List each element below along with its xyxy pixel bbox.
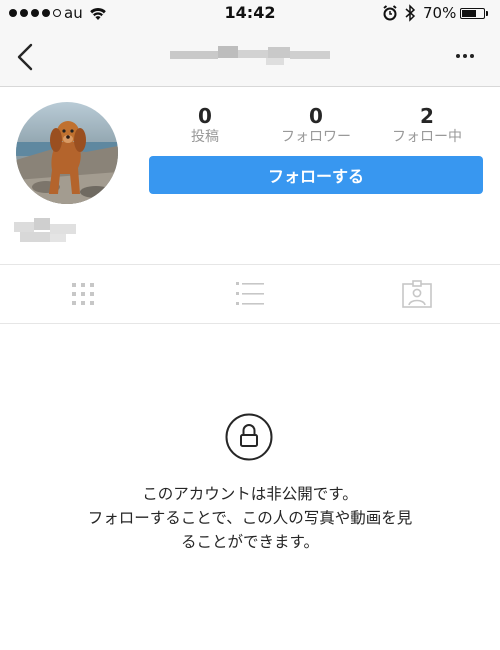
profile-avatar[interactable] <box>16 102 118 204</box>
battery-cap <box>486 11 488 16</box>
posts-count-value: 0 <box>198 104 212 128</box>
followers-count-value: 0 <box>309 104 323 128</box>
bluetooth-icon <box>404 4 416 26</box>
profile-view-tabs <box>0 264 500 324</box>
status-bar: au 14:42 70% <box>0 0 500 28</box>
tagged-photos-icon <box>402 280 432 308</box>
private-message-line: ることができます。 <box>181 533 319 551</box>
navigation-bar <box>0 28 500 87</box>
lock-icon <box>225 413 273 461</box>
private-account-message: このアカウントは非公開です。 フォローすることで、この人の写真や動画を見 ること… <box>60 482 440 554</box>
posts-count: 0 投稿 <box>155 104 255 146</box>
followers-count[interactable]: 0 フォロワー <box>266 104 366 146</box>
tab-grid-view[interactable] <box>0 265 166 323</box>
back-button[interactable] <box>14 42 40 72</box>
grid-icon <box>72 283 94 305</box>
following-count-value: 2 <box>420 104 434 128</box>
profile-username-redacted <box>170 44 330 66</box>
following-count-label: フォロー中 <box>392 129 462 145</box>
ellipsis-icon <box>456 54 460 58</box>
following-count[interactable]: 2 フォロー中 <box>377 104 477 146</box>
private-message-line: このアカウントは非公開です。 <box>142 485 358 503</box>
followers-count-label: フォロワー <box>281 129 351 145</box>
list-icon <box>236 282 264 305</box>
profile-name-redacted <box>14 218 76 246</box>
alarm-icon <box>382 5 398 25</box>
posts-count-label: 投稿 <box>191 129 219 145</box>
follow-button[interactable]: フォローする <box>149 156 483 194</box>
tab-tagged-photos[interactable] <box>334 265 500 323</box>
private-message-line: フォローすることで、この人の写真や動画を見 <box>87 509 413 527</box>
chevron-left-icon <box>17 43 33 71</box>
battery-percent: 70% <box>423 4 457 22</box>
tab-list-view[interactable] <box>167 265 333 323</box>
battery-icon <box>460 8 485 19</box>
more-options-button[interactable] <box>456 50 474 62</box>
